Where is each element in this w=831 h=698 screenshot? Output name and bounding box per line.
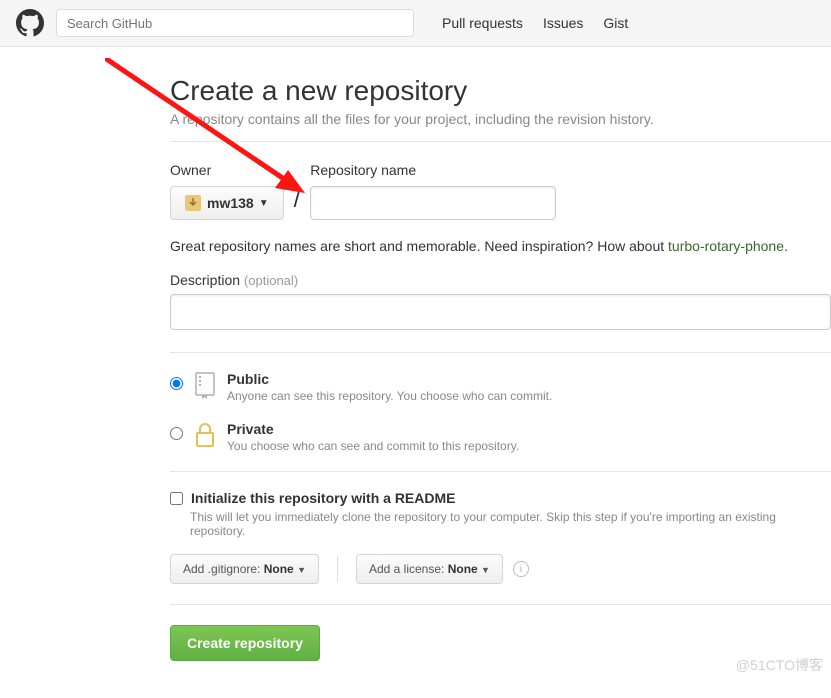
nav-issues[interactable]: Issues (543, 15, 583, 31)
readme-desc: This will let you immediately clone the … (190, 510, 831, 538)
readme-checkbox[interactable] (170, 492, 183, 505)
divider (170, 471, 831, 472)
owner-field: Owner mw138 ▼ (170, 162, 284, 220)
public-desc: Anyone can see this repository. You choo… (227, 389, 552, 403)
options-row: Add .gitignore: None ▼ Add a license: No… (170, 554, 831, 584)
description-input[interactable] (170, 294, 831, 330)
nav: Pull requests Issues Gist (442, 15, 628, 31)
page-subtitle: A repository contains all the files for … (170, 111, 831, 127)
license-select[interactable]: Add a license: None ▼ (356, 554, 503, 584)
create-repository-button[interactable]: Create repository (170, 625, 320, 661)
description-label: Description (optional) (170, 272, 298, 288)
private-radio[interactable] (170, 427, 183, 440)
divider (337, 556, 338, 582)
repo-icon (193, 371, 217, 399)
caret-down-icon: ▼ (259, 198, 269, 209)
visibility-private-row: Private You choose who can see and commi… (170, 421, 831, 453)
nav-gist[interactable]: Gist (603, 15, 628, 31)
public-radio[interactable] (170, 377, 183, 390)
visibility-public-row: Public Anyone can see this repository. Y… (170, 371, 831, 403)
info-icon[interactable]: i (513, 561, 529, 577)
public-title: Public (227, 371, 552, 387)
header: Pull requests Issues Gist (0, 0, 831, 47)
nav-pull-requests[interactable]: Pull requests (442, 15, 523, 31)
readme-title: Initialize this repository with a README (191, 490, 455, 506)
owner-name: mw138 (207, 195, 254, 211)
suggestion-link[interactable]: turbo-rotary-phone (668, 238, 784, 254)
divider (170, 604, 831, 605)
private-desc: You choose who can see and commit to thi… (227, 439, 519, 453)
repo-name-label: Repository name (310, 162, 556, 178)
caret-down-icon: ▼ (481, 565, 490, 575)
github-logo-icon[interactable] (16, 9, 44, 37)
name-hint: Great repository names are short and mem… (170, 238, 831, 254)
caret-down-icon: ▼ (297, 565, 306, 575)
avatar-icon (185, 195, 201, 211)
private-title: Private (227, 421, 519, 437)
repo-name-field: Repository name (310, 162, 556, 220)
main: Create a new repository A repository con… (0, 47, 831, 681)
slash-separator: / (294, 186, 301, 220)
repo-name-input[interactable] (310, 186, 556, 220)
watermark: @51CTO博客 (736, 655, 823, 675)
readme-row: Initialize this repository with a README (170, 490, 831, 506)
divider (170, 352, 831, 353)
gitignore-select[interactable]: Add .gitignore: None ▼ (170, 554, 319, 584)
owner-label: Owner (170, 162, 284, 178)
page-title: Create a new repository (170, 75, 831, 107)
lock-icon (193, 421, 217, 449)
divider (170, 141, 831, 142)
search-input[interactable] (56, 9, 414, 37)
owner-select[interactable]: mw138 ▼ (170, 186, 284, 220)
